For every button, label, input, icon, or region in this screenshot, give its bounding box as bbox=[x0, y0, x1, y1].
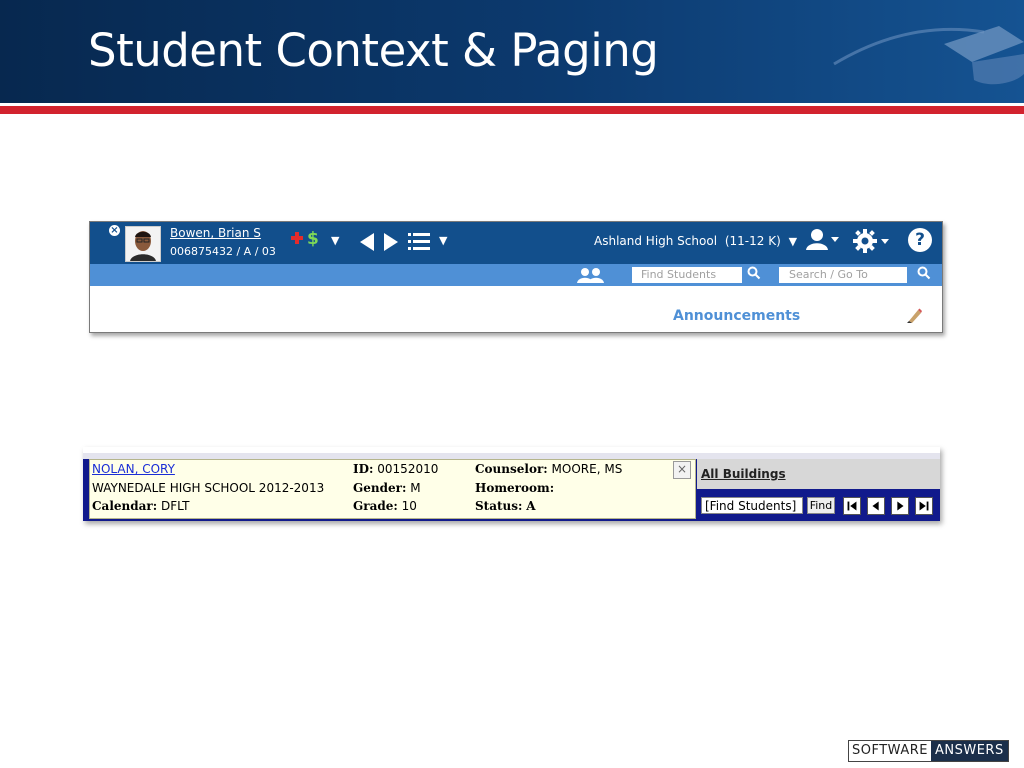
student-context-bar-new: × Bowen, Brian S 006875432 / A / 03 $ ▼ … bbox=[89, 221, 943, 333]
caret-down-icon[interactable]: ▼ bbox=[331, 234, 339, 247]
slide-title: Student Context & Paging bbox=[88, 24, 659, 77]
school-name: Ashland High School bbox=[594, 234, 718, 248]
announcements-heading: Announcements bbox=[673, 308, 801, 324]
find-students-input[interactable]: [Find Students] bbox=[701, 497, 803, 514]
student-name-link[interactable]: Bowen, Brian S bbox=[170, 226, 261, 240]
pencil-icon[interactable] bbox=[906, 308, 922, 324]
first-page-icon[interactable] bbox=[843, 497, 861, 515]
context-search-bar: Find Students Search / Go To bbox=[90, 264, 942, 286]
logo-part-answers: ANSWERS bbox=[930, 741, 1008, 761]
help-icon[interactable]: ? bbox=[908, 228, 932, 252]
graduation-cap-logo-icon bbox=[833, 26, 1024, 85]
avatar[interactable] bbox=[125, 226, 161, 262]
close-icon[interactable]: × bbox=[673, 461, 691, 479]
caret-down-icon[interactable]: ▼ bbox=[439, 234, 447, 247]
next-page-icon[interactable] bbox=[891, 497, 909, 515]
group-icon[interactable] bbox=[577, 267, 605, 283]
software-answers-logo: SOFTWARE ANSWERS bbox=[848, 740, 1009, 762]
status-field: Status: A bbox=[475, 499, 536, 513]
slide-header: Student Context & Paging bbox=[0, 0, 1024, 103]
find-button[interactable]: Find bbox=[807, 497, 835, 514]
logo-part-software: SOFTWARE bbox=[849, 741, 931, 761]
last-page-icon[interactable] bbox=[915, 497, 933, 515]
gender-field: Gender: M bbox=[353, 481, 421, 495]
school-year: WAYNEDALE HIGH SCHOOL 2012-2013 bbox=[92, 481, 325, 495]
grade-field: Grade: 10 bbox=[353, 499, 417, 513]
caret-down-icon: ▼ bbox=[788, 235, 798, 248]
health-plus-icon[interactable] bbox=[290, 231, 304, 245]
prev-arrow-icon[interactable] bbox=[359, 232, 375, 252]
student-id-line: 006875432 / A / 03 bbox=[170, 245, 276, 258]
find-students-input[interactable]: Find Students bbox=[632, 267, 742, 283]
close-icon[interactable]: × bbox=[109, 225, 120, 236]
search-icon[interactable] bbox=[917, 266, 931, 280]
school-grades: (11-12 K) bbox=[724, 234, 781, 248]
student-name-link[interactable]: NOLAN, CORY bbox=[92, 462, 175, 476]
list-icon[interactable] bbox=[408, 231, 432, 253]
student-context-bar-legacy: NOLAN, CORY WAYNEDALE HIGH SCHOOL 2012-2… bbox=[83, 447, 940, 521]
id-field: ID: 00152010 bbox=[353, 462, 439, 476]
gear-icon[interactable] bbox=[853, 228, 891, 254]
context-top-bar: × Bowen, Brian S 006875432 / A / 03 $ ▼ … bbox=[90, 222, 942, 264]
search-icon[interactable] bbox=[747, 266, 761, 280]
counselor-field: Counselor: MOORE, MS bbox=[475, 462, 623, 476]
school-selector[interactable]: Ashland High School (11-12 K) ▼ bbox=[594, 234, 797, 248]
next-arrow-icon[interactable] bbox=[383, 232, 399, 252]
calendar-field: Calendar: DFLT bbox=[92, 499, 190, 513]
cropped-top-edge bbox=[83, 447, 940, 459]
header-divider-red bbox=[0, 106, 1024, 114]
all-buildings-link[interactable]: All Buildings bbox=[701, 467, 786, 481]
prev-page-icon[interactable] bbox=[867, 497, 885, 515]
homeroom-field: Homeroom: bbox=[475, 481, 555, 495]
user-icon[interactable] bbox=[806, 228, 840, 252]
search-goto-input[interactable]: Search / Go To bbox=[779, 267, 907, 283]
fees-dollar-icon[interactable]: $ bbox=[307, 229, 319, 249]
